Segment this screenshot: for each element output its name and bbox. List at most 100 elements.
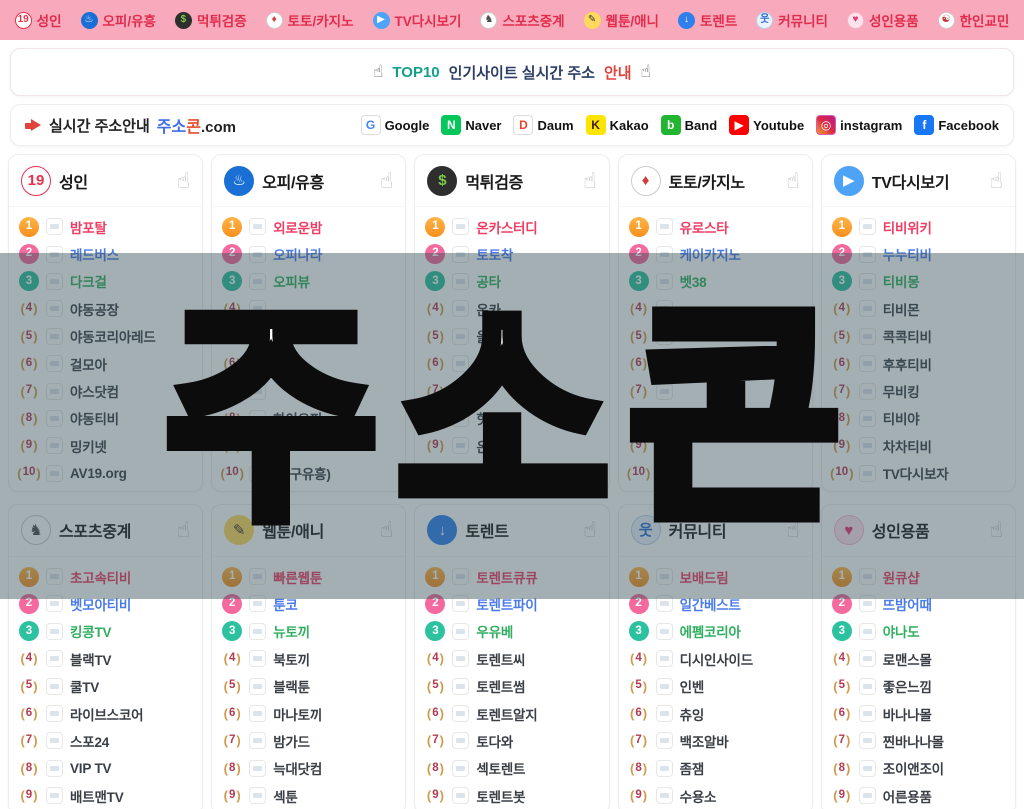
card-header-webtoon[interactable]: ✎웹툰/애니☝ (212, 505, 405, 557)
card-header-community[interactable]: 웃커뮤니티☝ (619, 505, 812, 557)
list-item[interactable]: 3야나도 (832, 618, 1005, 645)
list-item[interactable]: (5)야동코리아레드 (19, 323, 192, 350)
list-item[interactable]: (6) (222, 350, 395, 377)
list-item[interactable]: (6)라이브스코어 (19, 700, 192, 727)
list-item[interactable]: (7)토다와 (425, 727, 598, 754)
list-item[interactable]: (9)밍키넷 (19, 432, 192, 459)
list-item[interactable]: (4)북토끼 (222, 645, 395, 672)
list-item[interactable]: 1초고속티비 (19, 563, 192, 590)
list-item[interactable]: 3벳38 (629, 268, 802, 295)
list-item[interactable]: 2토토착 (425, 240, 598, 267)
list-item[interactable]: 1유로스타 (629, 213, 802, 240)
card-header-adult-goods[interactable]: ♥성인용품☝ (822, 505, 1015, 557)
list-item[interactable]: (7) (629, 377, 802, 404)
list-item[interactable]: (7)밤가드 (222, 727, 395, 754)
list-item[interactable]: (4)야동공장 (19, 295, 192, 322)
list-item[interactable]: 2토렌트파이 (425, 590, 598, 617)
list-item[interactable]: 3우유베 (425, 618, 598, 645)
list-item[interactable]: (7)야스닷컴 (19, 377, 192, 404)
list-item[interactable]: 3오피뷰 (222, 268, 395, 295)
list-item[interactable]: 2벳모아티비 (19, 590, 192, 617)
list-item[interactable]: (8)좀잼 (629, 755, 802, 782)
list-item[interactable]: (6) (629, 350, 802, 377)
list-item[interactable]: (5)올 (425, 323, 598, 350)
list-item[interactable]: (8)티비야 (832, 405, 1005, 432)
nav-item-korean-expat[interactable]: ☯한인교민 (938, 10, 1010, 30)
nav-item-torrent[interactable]: ↓토렌트 (678, 10, 737, 30)
list-item[interactable]: (7) (222, 377, 395, 404)
list-item[interactable]: (7)찐바나나몰 (832, 727, 1005, 754)
card-header-scam-check[interactable]: $먹튀검증☝ (415, 155, 608, 207)
card-header-torrent[interactable]: ↓토렌트☝ (415, 505, 608, 557)
list-item[interactable]: (8)하이오피 (222, 405, 395, 432)
portal-link-google[interactable]: GGoogle (361, 115, 430, 135)
list-item[interactable]: (9)차차티비 (832, 432, 1005, 459)
list-item[interactable]: 1원큐샵 (832, 563, 1005, 590)
list-item[interactable]: 3공타 (425, 268, 598, 295)
list-item[interactable]: (6)후후티비 (832, 350, 1005, 377)
list-item[interactable]: 1빠른웹툰 (222, 563, 395, 590)
list-item[interactable]: 1토렌트큐큐 (425, 563, 598, 590)
list-item[interactable]: (8)핫 (425, 405, 598, 432)
list-item[interactable]: (9)온카판 (425, 432, 598, 459)
portal-link-kakao[interactable]: KKakao (586, 115, 649, 135)
nav-item-op-leisure[interactable]: ♨오피/유흥 (81, 10, 156, 30)
nav-item-adult[interactable]: 19성인 (15, 10, 62, 30)
nav-item-toto-casino[interactable]: ♦토토/카지노 (266, 10, 354, 30)
list-item[interactable]: (4)온카 (425, 295, 598, 322)
card-header-op-leisure[interactable]: ♨오피/유흥☝ (212, 155, 405, 207)
list-item[interactable]: 1밤포탈 (19, 213, 192, 240)
portal-link-band[interactable]: bBand (661, 115, 718, 135)
site-brand[interactable]: 실시간 주소안내 주소콘.com (25, 113, 236, 137)
list-item[interactable]: (5)토렌트썸 (425, 672, 598, 699)
card-header-sports[interactable]: ♞스포츠중계☝ (9, 505, 202, 557)
list-item[interactable]: 1티비위키 (832, 213, 1005, 240)
nav-item-community[interactable]: 웃커뮤니티 (756, 10, 828, 30)
portal-link-daum[interactable]: DDaum (513, 115, 573, 135)
list-item[interactable]: (9)섹툰 (222, 782, 395, 809)
list-item[interactable]: (4)디시인사이드 (629, 645, 802, 672)
list-item[interactable]: (5)콕콕티비 (832, 323, 1005, 350)
list-item[interactable]: (4)토렌트씨 (425, 645, 598, 672)
list-item[interactable]: (4) (222, 295, 395, 322)
list-item[interactable]: (6)토렌트알지 (425, 700, 598, 727)
list-item[interactable]: (8)VIP TV (19, 755, 192, 782)
nav-item-scam-check[interactable]: $먹튀검증 (175, 10, 247, 30)
list-item[interactable]: 1보배드림 (629, 563, 802, 590)
list-item[interactable]: (5)인벤 (629, 672, 802, 699)
list-item[interactable]: (7)백조알바 (629, 727, 802, 754)
card-header-adult[interactable]: 19성인☝ (9, 155, 202, 207)
list-item[interactable]: 2오피나라 (222, 240, 395, 267)
card-header-tv-replay[interactable]: ▶TV다시보기☝ (822, 155, 1015, 207)
list-item[interactable]: (10)다 (425, 460, 598, 487)
list-item[interactable]: (9) (629, 432, 802, 459)
list-item[interactable]: (9)토렌트봇 (425, 782, 598, 809)
list-item[interactable]: (8)늑대닷컴 (222, 755, 395, 782)
list-item[interactable]: 3다크걸 (19, 268, 192, 295)
list-item[interactable]: 3에펨코리아 (629, 618, 802, 645)
nav-item-sports[interactable]: ♞스포츠중계 (480, 10, 564, 30)
list-item[interactable]: (9)수용소 (629, 782, 802, 809)
list-item[interactable]: 2레드버스 (19, 240, 192, 267)
list-item[interactable]: (7)스포24 (19, 727, 192, 754)
list-item[interactable]: 2뜨밤어때 (832, 590, 1005, 617)
list-item[interactable]: (9)어른용품 (832, 782, 1005, 809)
list-item[interactable]: 2누누티비 (832, 240, 1005, 267)
list-item[interactable]: (4)블랙TV (19, 645, 192, 672)
list-item[interactable]: (5)좋은느낌 (832, 672, 1005, 699)
list-item[interactable]: (10)TV다시보자 (832, 460, 1005, 487)
list-item[interactable]: 2케이카지노 (629, 240, 802, 267)
nav-item-webtoon[interactable]: ✎웹툰/애니 (584, 10, 659, 30)
list-item[interactable]: (7) (425, 377, 598, 404)
top10-banner[interactable]: ☝ TOP10 인기사이트 실시간 주소 안내 ☝ (10, 48, 1014, 96)
card-header-toto-casino[interactable]: ♦토토/카지노☝ (619, 155, 812, 207)
list-item[interactable]: 3킹콩TV (19, 618, 192, 645)
list-item[interactable]: (9) (222, 432, 395, 459)
list-item[interactable]: (9)배트맨TV (19, 782, 192, 809)
list-item[interactable]: (6) (425, 350, 598, 377)
list-item[interactable]: (10)AV19.org (19, 460, 192, 487)
portal-link-naver[interactable]: NNaver (441, 115, 501, 135)
list-item[interactable]: (8)야동티비 (19, 405, 192, 432)
list-item[interactable]: (4)로맨스몰 (832, 645, 1005, 672)
list-item[interactable]: (5) (629, 323, 802, 350)
